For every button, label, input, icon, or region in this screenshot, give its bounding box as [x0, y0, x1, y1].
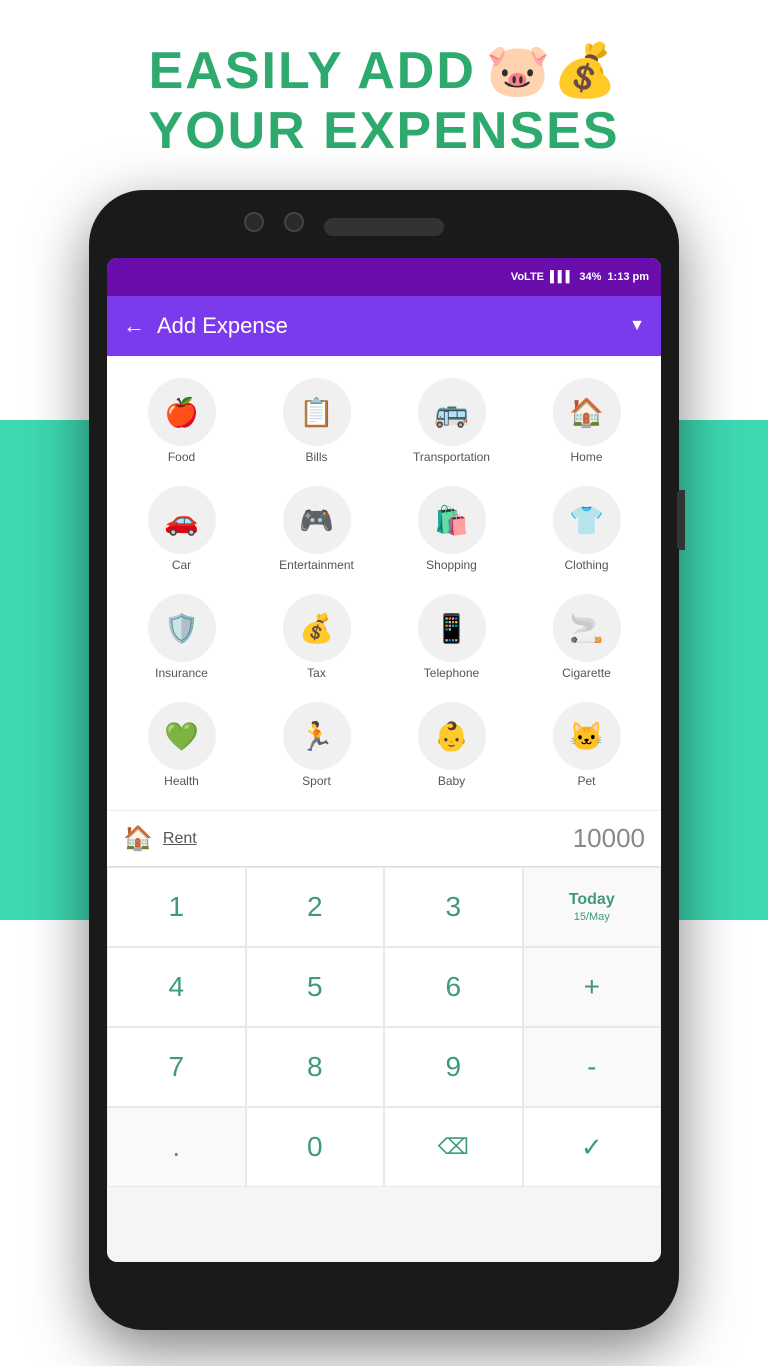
category-label-transportation: Transportation	[413, 450, 490, 464]
category-label-car: Car	[172, 558, 191, 572]
category-icon-pet: 🐱	[553, 702, 621, 770]
numpad-decimal-key[interactable]: .	[107, 1107, 246, 1187]
category-item-cigarette[interactable]: 🚬 Cigarette	[522, 586, 651, 688]
category-item-telephone[interactable]: 📱 Telephone	[387, 586, 516, 688]
selected-category-label[interactable]: Rent	[163, 830, 573, 848]
numpad-key-7[interactable]: 7	[107, 1027, 246, 1107]
numpad-key-9[interactable]: 9	[384, 1027, 523, 1107]
phone-body: VoLTE ▌▌▌ 34% 1:13 pm ← Add Expense ▼ 🍎 F…	[89, 190, 679, 1330]
category-icon-health: 💚	[148, 702, 216, 770]
selected-category-icon: 🏠	[123, 824, 153, 853]
numpad-key-3[interactable]: 3	[384, 867, 523, 947]
category-icon-telephone: 📱	[418, 594, 486, 662]
category-item-shopping[interactable]: 🛍️ Shopping	[387, 478, 516, 580]
category-item-clothing[interactable]: 👕 Clothing	[522, 478, 651, 580]
status-network: VoLTE	[511, 271, 544, 283]
category-item-health[interactable]: 💚 Health	[117, 694, 246, 796]
header-line2: YOUR EXPENSES	[0, 101, 768, 161]
category-item-food[interactable]: 🍎 Food	[117, 370, 246, 472]
category-icon-clothing: 👕	[553, 486, 621, 554]
categories-grid: 🍎 Food 📋 Bills 🚌 Transportation 🏠 Home 🚗 Car 🎮 Ente…	[107, 356, 661, 810]
numpad-key-0[interactable]: 0	[246, 1107, 385, 1187]
category-icon-baby: 👶	[418, 702, 486, 770]
category-item-transportation[interactable]: 🚌 Transportation	[387, 370, 516, 472]
phone-screen: VoLTE ▌▌▌ 34% 1:13 pm ← Add Expense ▼ 🍎 F…	[107, 258, 661, 1262]
status-signal: ▌▌▌	[550, 271, 573, 283]
back-button[interactable]: ←	[123, 313, 145, 339]
numpad-key-2[interactable]: 2	[246, 867, 385, 947]
header-text-line1: EASILY ADD	[149, 41, 476, 101]
category-item-tax[interactable]: 💰 Tax	[252, 586, 381, 688]
status-time: 1:13 pm	[607, 271, 649, 283]
category-label-health: Health	[164, 774, 199, 788]
category-label-entertainment: Entertainment	[279, 558, 354, 572]
phone-camera-left	[244, 212, 264, 232]
numpad-key-8[interactable]: 8	[246, 1027, 385, 1107]
category-icon-entertainment: 🎮	[283, 486, 351, 554]
category-label-shopping: Shopping	[426, 558, 477, 572]
status-battery: 34%	[579, 271, 601, 283]
numpad-today-key[interactable]: Today15/May	[523, 867, 662, 947]
category-icon-shopping: 🛍️	[418, 486, 486, 554]
category-item-home[interactable]: 🏠 Home	[522, 370, 651, 472]
category-icon-car: 🚗	[148, 486, 216, 554]
category-label-telephone: Telephone	[424, 666, 479, 680]
phone-side-button	[677, 490, 685, 550]
dropdown-button[interactable]: ▼	[629, 317, 645, 335]
category-item-pet[interactable]: 🐱 Pet	[522, 694, 651, 796]
header-section: EASILY ADD 🐷💰 YOUR EXPENSES	[0, 0, 768, 181]
status-bar: VoLTE ▌▌▌ 34% 1:13 pm	[107, 258, 661, 296]
category-item-insurance[interactable]: 🛡️ Insurance	[117, 586, 246, 688]
category-label-sport: Sport	[302, 774, 331, 788]
app-header: ← Add Expense ▼	[107, 296, 661, 356]
selected-item-bar: 🏠 Rent 10000	[107, 810, 661, 866]
header-line1: EASILY ADD 🐷💰	[0, 40, 768, 101]
category-label-cigarette: Cigarette	[562, 666, 611, 680]
category-icon-transportation: 🚌	[418, 378, 486, 446]
category-icon-home: 🏠	[553, 378, 621, 446]
numpad: 123Today15/May 456+789-.0⌫✓	[107, 866, 661, 1187]
numpad-operator-plus[interactable]: +	[523, 947, 662, 1027]
category-icon-food: 🍎	[148, 378, 216, 446]
selected-amount-display: 10000	[573, 823, 645, 854]
category-item-baby[interactable]: 👶 Baby	[387, 694, 516, 796]
category-item-sport[interactable]: 🏃 Sport	[252, 694, 381, 796]
category-item-entertainment[interactable]: 🎮 Entertainment	[252, 478, 381, 580]
category-item-car[interactable]: 🚗 Car	[117, 478, 246, 580]
category-icon-bills: 📋	[283, 378, 351, 446]
numpad-key-1[interactable]: 1	[107, 867, 246, 947]
category-label-food: Food	[168, 450, 195, 464]
category-label-insurance: Insurance	[155, 666, 208, 680]
category-label-pet: Pet	[577, 774, 595, 788]
category-label-baby: Baby	[438, 774, 465, 788]
category-icon-sport: 🏃	[283, 702, 351, 770]
category-icon-insurance: 🛡️	[148, 594, 216, 662]
page-title: Add Expense	[157, 313, 617, 339]
piggy-icon: 🐷💰	[486, 40, 620, 101]
phone-speaker	[324, 218, 444, 236]
category-icon-tax: 💰	[283, 594, 351, 662]
category-label-tax: Tax	[307, 666, 326, 680]
category-label-bills: Bills	[305, 450, 327, 464]
numpad-confirm-key[interactable]: ✓	[523, 1107, 662, 1187]
phone-device: VoLTE ▌▌▌ 34% 1:13 pm ← Add Expense ▼ 🍎 F…	[89, 190, 679, 1330]
category-item-bills[interactable]: 📋 Bills	[252, 370, 381, 472]
category-label-home: Home	[570, 450, 602, 464]
numpad-key-5[interactable]: 5	[246, 947, 385, 1027]
category-label-clothing: Clothing	[564, 558, 608, 572]
numpad-delete-key[interactable]: ⌫	[384, 1107, 523, 1187]
numpad-key-6[interactable]: 6	[384, 947, 523, 1027]
phone-camera-right	[284, 212, 304, 232]
numpad-operator-minus[interactable]: -	[523, 1027, 662, 1107]
numpad-key-4[interactable]: 4	[107, 947, 246, 1027]
category-icon-cigarette: 🚬	[553, 594, 621, 662]
